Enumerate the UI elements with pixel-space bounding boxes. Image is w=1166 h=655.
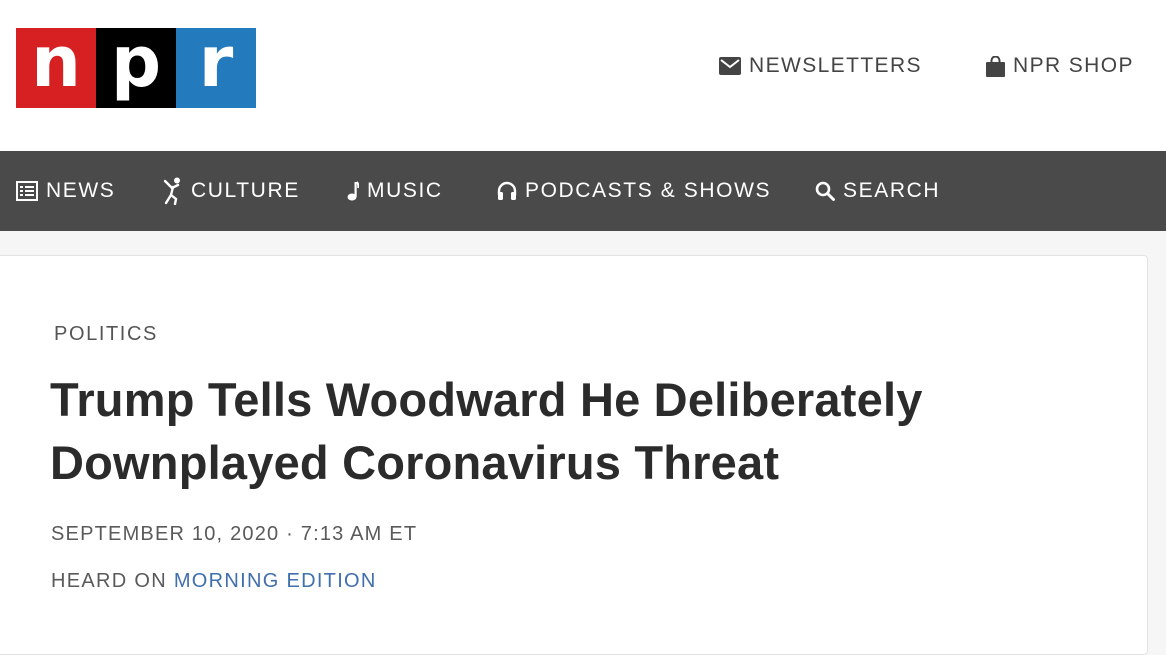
newsletters-label: NEWSLETTERS [749, 54, 922, 77]
nav-item-music[interactable]: MUSIC [347, 151, 443, 231]
program-link[interactable]: MORNING EDITION [174, 570, 377, 592]
npr-logo[interactable]: n p r [16, 27, 256, 108]
nav-label-podcasts-shows: PODCASTS & SHOWS [525, 179, 772, 202]
article-headline: Trump Tells Woodward He Deliberately Dow… [50, 373, 923, 489]
newspaper-icon [16, 181, 38, 201]
music-note-icon [347, 181, 359, 201]
site-header: n p r NEWSLETTERS NPR SHOP [0, 0, 1166, 151]
nav-label-culture: CULTURE [191, 179, 300, 202]
heard-on-line: HEARD ON MORNING EDITION [51, 570, 377, 593]
search-icon [815, 181, 835, 201]
headphones-icon [497, 181, 517, 201]
nav-item-podcasts-shows[interactable]: PODCASTS & SHOWS [497, 151, 771, 231]
nav-item-culture[interactable]: CULTURE [163, 151, 300, 231]
nav-item-search[interactable]: SEARCH [815, 151, 940, 231]
envelope-icon [719, 57, 741, 75]
dancer-icon [163, 177, 183, 205]
logo-letter-p: p [96, 27, 176, 108]
nav-label-news: NEWS [46, 179, 116, 202]
logo-letter-r: r [176, 27, 256, 108]
npr-shop-label: NPR SHOP [1013, 54, 1134, 77]
newsletters-link[interactable]: NEWSLETTERS [719, 54, 922, 78]
npr-shop-link[interactable]: NPR SHOP [986, 54, 1134, 78]
logo-letter-n: n [16, 27, 96, 108]
article-dateline: SEPTEMBER 10, 2020 · 7:13 AM ET [51, 523, 418, 545]
shopping-bag-icon [986, 55, 1005, 77]
heard-on-prefix: HEARD ON [51, 570, 167, 592]
nav-item-news[interactable]: NEWS [16, 151, 115, 231]
main-navigation: NEWS CULTURE MUSIC PODCASTS & SHOWS SEAR… [0, 151, 1166, 231]
article-section-slug[interactable]: POLITICS [54, 323, 158, 346]
nav-label-search: SEARCH [843, 179, 941, 202]
nav-label-music: MUSIC [367, 179, 443, 202]
